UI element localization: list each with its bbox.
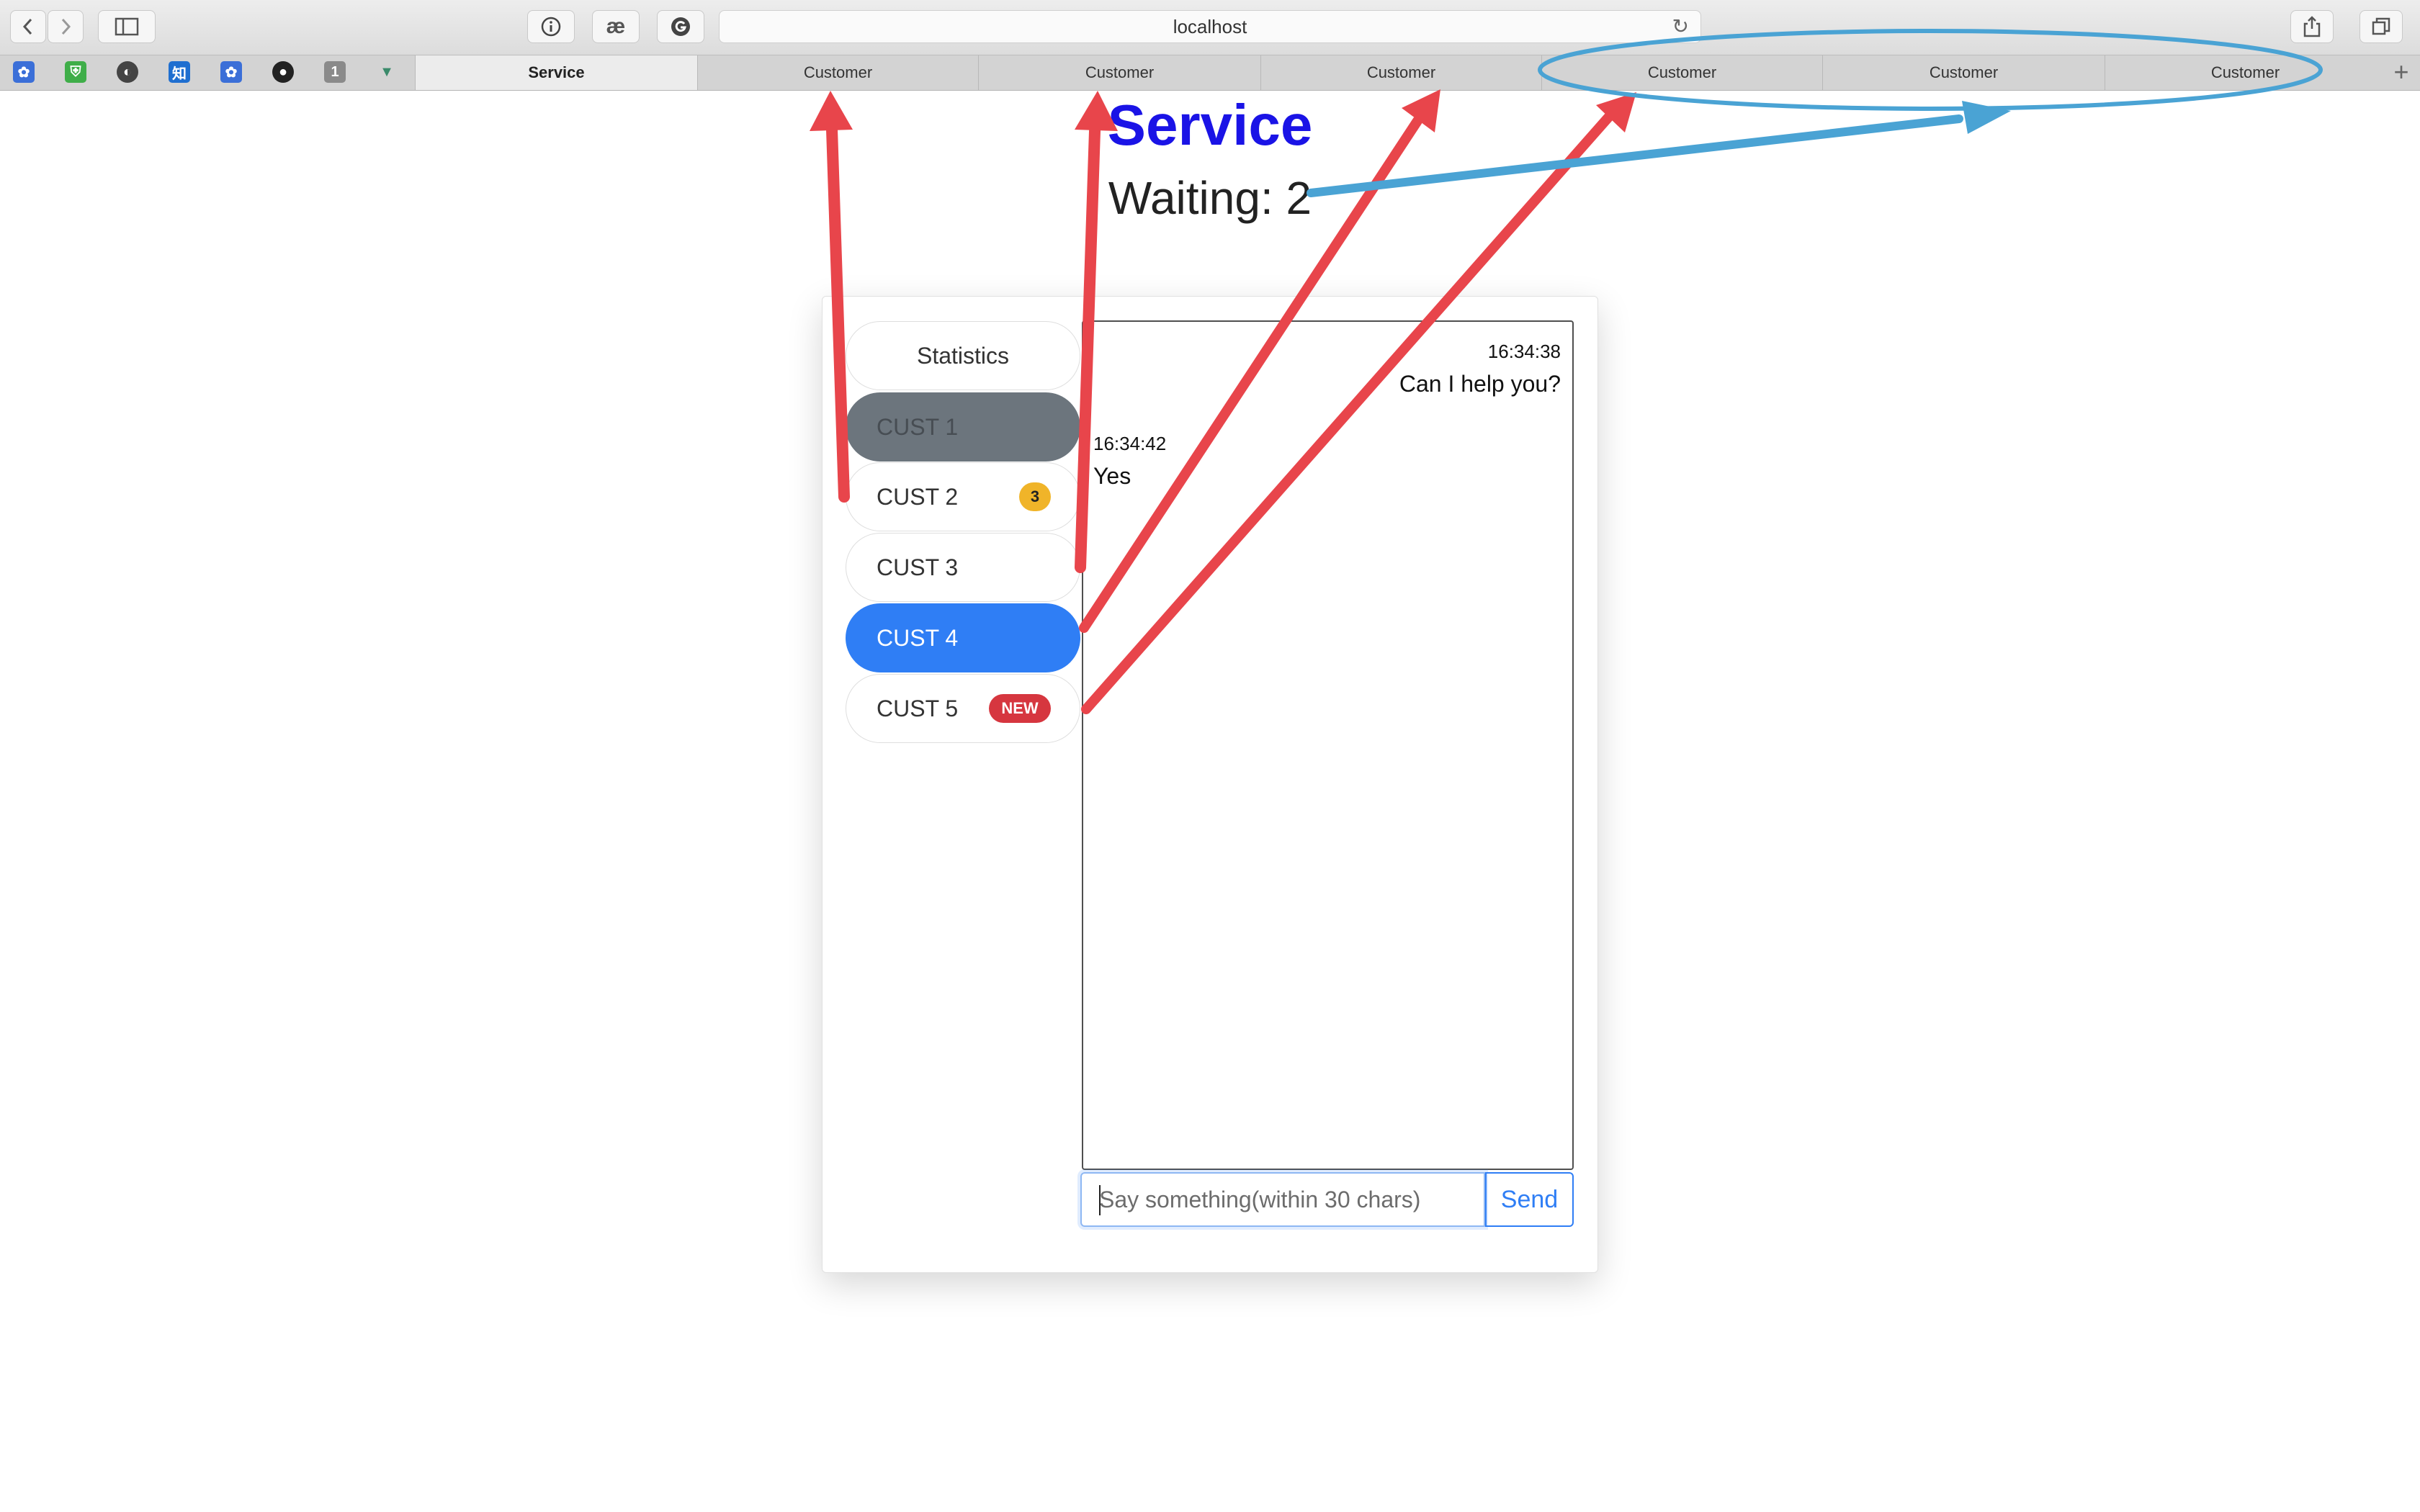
red-arrow-cust2 — [1075, 91, 1118, 573]
annotation-overlay — [810, 29, 2323, 714]
red-arrow-cust1 — [810, 91, 853, 503]
customer-tabs-highlight-ellipse — [1538, 29, 2323, 111]
red-arrow-cust3 — [1079, 89, 1440, 633]
